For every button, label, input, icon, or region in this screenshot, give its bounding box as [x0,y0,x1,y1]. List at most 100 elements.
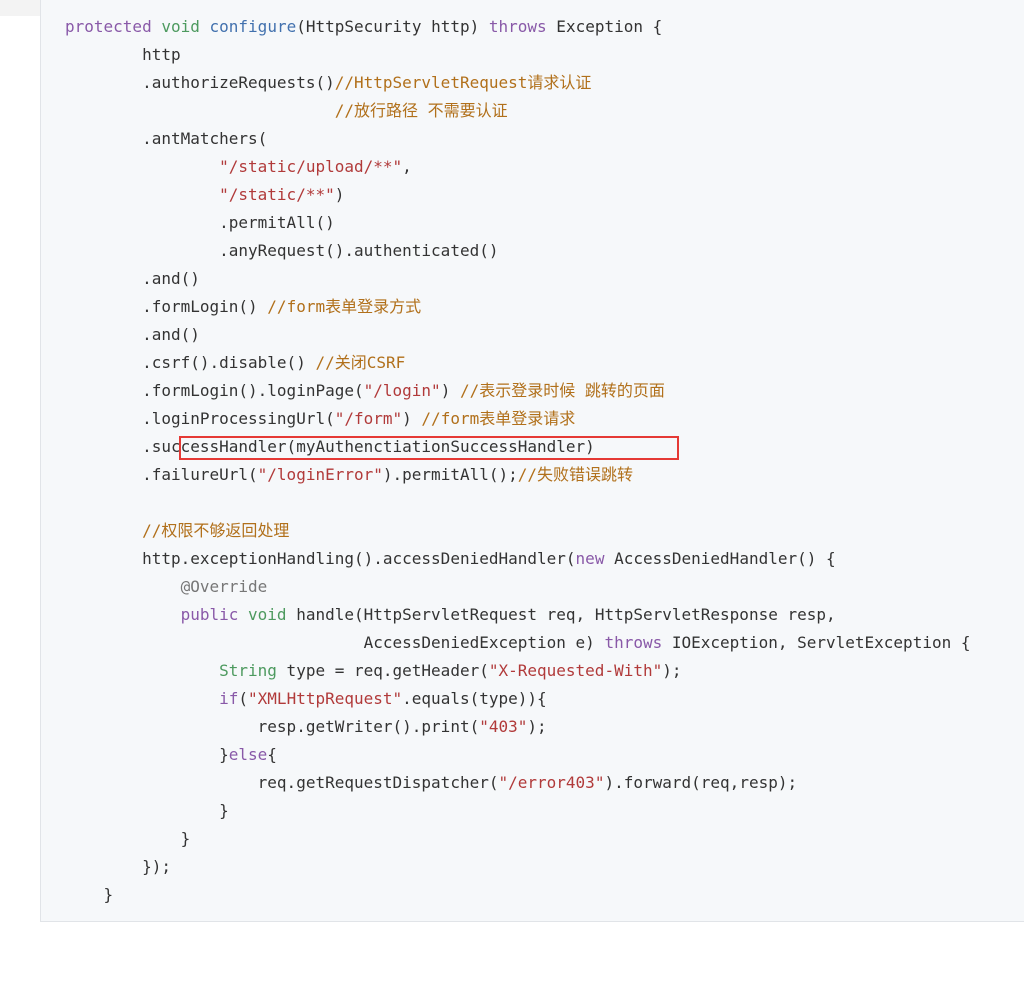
code-token: //form表单登录请求 [421,409,576,428]
code-token: "XMLHttpRequest" [248,689,403,708]
code-token: AccessDeniedHandler() { [604,549,836,568]
code-line: protected void configure(HttpSecurity ht… [65,13,662,41]
code-token: .authorizeRequests() [65,73,335,92]
code-token: .anyRequest().authenticated() [65,241,499,260]
code-token: "/loginError" [257,465,383,484]
code-token: { [267,745,277,764]
code-token: handle(HttpServletRequest req, HttpServl… [286,605,836,624]
code-line: req.getRequestDispatcher("/error403").fo… [65,769,797,797]
code-line: AccessDeniedException e) throws IOExcept… [65,629,971,657]
code-token: Exception { [546,17,663,36]
code-token: .csrf().disable() [65,353,316,372]
code-line: "/static/**") [65,181,344,209]
code-line: }else{ [65,741,277,769]
code-token: new [575,549,605,568]
code-token: "X-Requested-With" [488,661,663,680]
code-token: String [219,661,277,680]
highlight-box [179,436,679,460]
code-token: //失败错误跳转 [517,465,634,484]
code-line: "/static/upload/**", [65,153,412,181]
code-line: //放行路径 不需要认证 [65,97,508,125]
code-token: //表示登录时候 跳转的页面 [459,381,665,400]
code-block: protected void configure(HttpSecurity ht… [40,0,1024,922]
code-token: "403" [479,717,528,736]
code-token: "/static/upload/**" [219,157,403,176]
code-token: IOException, ServletException { [662,633,971,652]
code-token: resp.getWriter().print( [65,717,480,736]
code-line: http.exceptionHandling().accessDeniedHan… [65,545,836,573]
code-line: .and() [65,321,200,349]
code-token: public [180,605,239,624]
code-token: throws [604,633,663,652]
code-line: if("XMLHttpRequest".equals(type)){ [65,685,547,713]
code-line: .loginProcessingUrl("/form") //form表单登录请… [65,405,575,433]
code-token: //HttpServletRequest请求认证 [334,73,592,92]
code-token: ).forward(req,resp); [604,773,798,792]
code-token: ).permitAll(); [382,465,518,484]
code-token: configure [209,17,297,36]
code-line: } [65,825,191,853]
code-token: .and() [65,269,200,288]
code-token: , [402,157,412,176]
code-token: .loginProcessingUrl( [65,409,335,428]
code-token: "/form" [334,409,403,428]
code-token: void [161,17,200,36]
code-token: if [219,689,239,708]
code-line: .antMatchers( [65,125,267,153]
code-token: .antMatchers( [65,129,268,148]
code-line: @Override [65,573,268,601]
code-token: } [65,745,229,764]
code-token: else [228,745,268,764]
code-token: .formLogin().loginPage( [65,381,364,400]
code-token: void [248,605,287,624]
code-token: "/static/**" [219,185,335,204]
code-line: .permitAll() [65,209,335,237]
code-token: //form表单登录方式 [267,297,422,316]
code-token: "/login" [363,381,441,400]
code-line: .csrf().disable() //关闭CSRF [65,349,405,377]
code-token: .permitAll() [65,213,335,232]
code-line: http [65,41,181,69]
code-token: //权限不够返回处理 [142,521,290,540]
code-token: .and() [65,325,200,344]
code-token: ) [402,409,422,428]
code-token: AccessDeniedException e) [65,633,605,652]
code-token: protected [65,17,152,36]
code-line: //权限不够返回处理 [65,517,289,545]
code-token: ) [440,381,460,400]
code-token: .equals(type)){ [402,689,547,708]
code-token: @Override [180,577,268,596]
code-token: //放行路径 不需要认证 [334,101,508,120]
code-line: } [65,881,114,909]
code-token: ); [527,717,547,736]
code-token: }); [65,857,171,876]
code-token: type = req.getHeader( [276,661,489,680]
code-line: .anyRequest().authenticated() [65,237,498,265]
code-token: } [65,829,191,848]
code-line: String type = req.getHeader("X-Requested… [65,657,682,685]
code-token: ( [238,689,249,708]
code-line: } [65,797,229,825]
code-token: http.exceptionHandling().accessDeniedHan… [65,549,576,568]
code-token: http [65,45,181,64]
code-line: .formLogin() //form表单登录方式 [65,293,421,321]
code-line: .authorizeRequests()//HttpServletRequest… [65,69,591,97]
code-line: .and() [65,265,200,293]
code-token: ); [662,661,682,680]
code-token: req.getRequestDispatcher( [65,773,499,792]
code-line: resp.getWriter().print("403"); [65,713,547,741]
code-line: .failureUrl("/loginError").permitAll();/… [65,461,633,489]
code-line: }); [65,853,171,881]
code-token: } [65,885,114,904]
code-token: (HttpSecurity http) [296,17,489,36]
